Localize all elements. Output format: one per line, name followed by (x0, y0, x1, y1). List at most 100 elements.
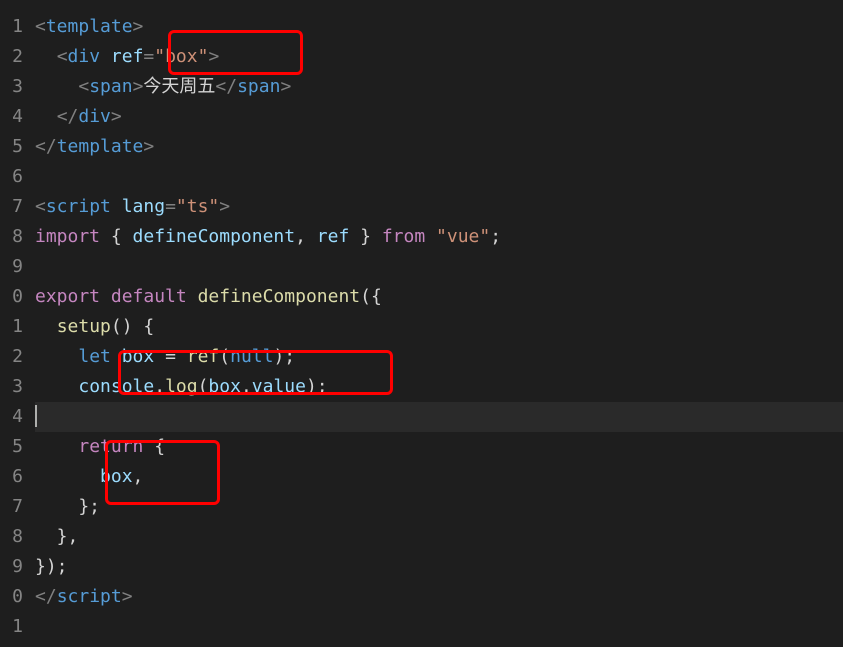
line-number: 6 (0, 162, 23, 192)
code-token: span (89, 76, 132, 97)
code-token: }; (35, 496, 100, 517)
code-token: box (100, 466, 133, 487)
code-token: > (133, 76, 144, 97)
code-token: </ (35, 586, 57, 607)
code-token: lang (122, 196, 165, 217)
line-number: 8 (0, 222, 23, 252)
line-number: 3 (0, 372, 23, 402)
code-token: ; (490, 226, 501, 247)
code-token: </ (35, 136, 57, 157)
code-token: > (122, 586, 133, 607)
code-token: default (111, 286, 187, 307)
code-token: console (78, 376, 154, 397)
code-token: < (35, 16, 46, 37)
code-line[interactable]: }; (35, 492, 843, 522)
code-token: let (78, 346, 111, 367)
code-token: setup (57, 316, 111, 337)
code-line[interactable] (35, 612, 843, 642)
code-token: > (111, 106, 122, 127)
code-line[interactable] (35, 252, 843, 282)
code-token: return (78, 436, 143, 457)
code-token: < (35, 196, 46, 217)
code-token: ref (317, 226, 350, 247)
code-line[interactable]: <span>今天周五</span> (35, 72, 843, 102)
code-token (35, 46, 57, 67)
code-token (35, 346, 78, 367)
line-number: 7 (0, 192, 23, 222)
code-line[interactable]: let box = ref(null); (35, 342, 843, 372)
line-number: 1 (0, 12, 23, 42)
code-line[interactable]: </script> (35, 582, 843, 612)
code-line[interactable] (35, 162, 843, 192)
code-line[interactable]: </div> (35, 102, 843, 132)
line-number: 9 (0, 552, 23, 582)
code-token: box (208, 376, 241, 397)
line-number: 2 (0, 42, 23, 72)
code-token: < (57, 46, 68, 67)
code-line[interactable]: import { defineComponent, ref } from "vu… (35, 222, 843, 252)
code-token: > (280, 76, 291, 97)
code-area[interactable]: <template> <div ref="box"> <span>今天周五</s… (35, 12, 843, 647)
code-token: ({ (360, 286, 382, 307)
code-line[interactable]: setup() { (35, 312, 843, 342)
line-number: 6 (0, 462, 23, 492)
code-token: "vue" (436, 226, 490, 247)
line-number-gutter: 1 2 3 4 5 6 7 8 9 0 1 2 3 4 5 6 7 8 9 0 … (0, 12, 35, 647)
code-token: , (133, 466, 144, 487)
code-token: div (68, 46, 101, 67)
code-token: , (295, 226, 317, 247)
code-token (100, 286, 111, 307)
code-token: { (143, 436, 165, 457)
line-number: 0 (0, 582, 23, 612)
code-token: { (100, 226, 133, 247)
code-token: export (35, 286, 100, 307)
line-number: 1 (0, 612, 23, 642)
code-editor[interactable]: 1 2 3 4 5 6 7 8 9 0 1 2 3 4 5 6 7 8 9 0 … (0, 0, 843, 647)
line-number: 5 (0, 132, 23, 162)
code-token: </ (215, 76, 237, 97)
code-token (111, 196, 122, 217)
code-line[interactable]: console.log(box.value); (35, 372, 843, 402)
code-token: import (35, 226, 100, 247)
code-token: from (382, 226, 425, 247)
code-line-active[interactable] (35, 402, 843, 432)
code-line[interactable]: export default defineComponent({ (35, 282, 843, 312)
code-token: }); (35, 556, 68, 577)
code-token (35, 76, 78, 97)
code-line[interactable]: </template> (35, 132, 843, 162)
code-token: 今天周五 (143, 76, 215, 97)
code-line[interactable]: <template> (35, 12, 843, 42)
code-token (35, 106, 57, 127)
code-token: > (133, 16, 144, 37)
code-token (425, 226, 436, 247)
code-token: log (165, 376, 198, 397)
line-number: 8 (0, 522, 23, 552)
code-token: script (57, 586, 122, 607)
code-line[interactable]: }); (35, 552, 843, 582)
code-token: > (143, 136, 154, 157)
code-token: = (154, 346, 187, 367)
code-token: </ (57, 106, 79, 127)
line-number: 7 (0, 492, 23, 522)
line-number: 0 (0, 282, 23, 312)
code-line[interactable]: }, (35, 522, 843, 552)
code-token: div (78, 106, 111, 127)
line-number: 2 (0, 342, 23, 372)
code-token: }, (35, 526, 78, 547)
code-token: box (122, 346, 155, 367)
code-token: defineComponent (198, 286, 361, 307)
line-number: 4 (0, 402, 23, 432)
code-token: script (46, 196, 111, 217)
code-token: . (154, 376, 165, 397)
code-line[interactable]: <script lang="ts"> (35, 192, 843, 222)
code-token: } (349, 226, 382, 247)
code-token: > (219, 196, 230, 217)
code-token: span (237, 76, 280, 97)
code-token (187, 286, 198, 307)
code-token: "box" (154, 46, 208, 67)
code-token: = (143, 46, 154, 67)
code-token (35, 436, 78, 457)
code-line[interactable]: return { (35, 432, 843, 462)
code-line[interactable]: <div ref="box"> (35, 42, 843, 72)
code-line[interactable]: box, (35, 462, 843, 492)
